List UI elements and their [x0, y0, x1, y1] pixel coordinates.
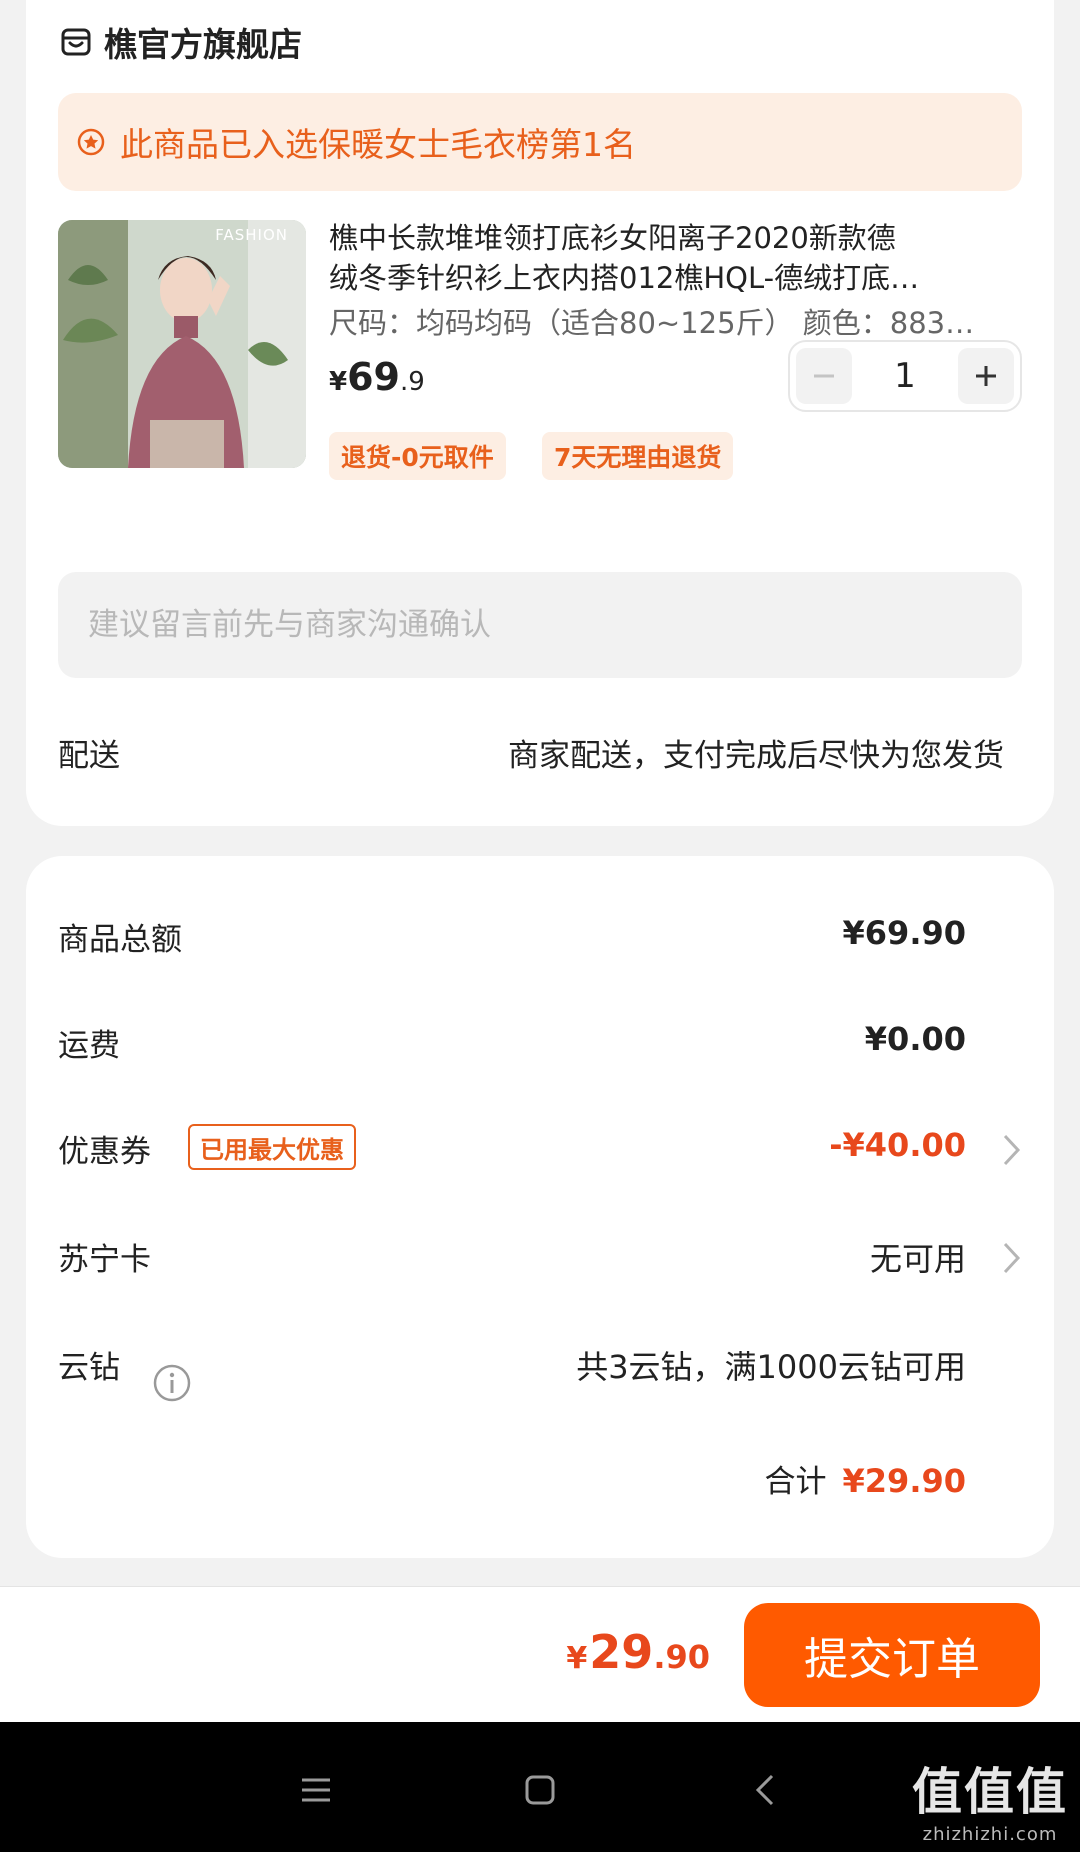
increase-button[interactable] [957, 348, 1014, 404]
coupon-label: 优惠券 [58, 1134, 151, 1170]
plus-icon [975, 366, 996, 386]
product-price: ¥69.9 [329, 355, 425, 399]
store-name: 樵官方旗舰店 [104, 25, 302, 64]
watermark-url: zhizhizhi.com [922, 1824, 1058, 1845]
coupon-value: -¥40.00 [829, 1126, 966, 1164]
ranking-text: 此商品已入选保暖女士毛衣榜第1名 [120, 125, 636, 164]
order-item-card: 樵官方旗舰店 此商品已入选保暖女士毛衣榜第1名 FASHION 樵中长款堆堆领打… [26, 0, 1054, 826]
goods-total-label: 商品总额 [58, 922, 182, 958]
product-spec[interactable]: 尺码：均码均码（适合80~125斤） 颜色：883… [329, 300, 1029, 342]
price-integer: 69 [347, 355, 400, 399]
minus-icon [814, 374, 834, 378]
payable-currency: ¥ [566, 1641, 588, 1676]
total-row: 合计 ¥29.90 [765, 1456, 966, 1501]
cloud-diamond-label: 云钻 [58, 1350, 120, 1386]
payable-amount: ¥29.90 [566, 1625, 710, 1679]
watermark: 值值值 zhizhizhi.com [912, 1752, 1068, 1845]
store-header[interactable]: 樵官方旗舰店 [60, 20, 302, 64]
service-tag-7day: 7天无理由退货 [542, 432, 734, 480]
menu-icon [302, 1778, 330, 1802]
service-tag-return: 退货-0元取件 [329, 432, 506, 480]
price-currency: ¥ [329, 367, 348, 397]
decrease-button[interactable] [796, 348, 852, 404]
store-icon [60, 26, 92, 58]
coupon-badge: 已用最大优惠 [188, 1124, 356, 1170]
back-button[interactable] [738, 1762, 794, 1818]
payable-decimal: .90 [653, 1638, 710, 1676]
freight-value: ¥0.00 [864, 1020, 966, 1058]
shipping-value: 商家配送，支付完成后尽快为您发货 [508, 738, 1004, 774]
product-title-line2: 绒冬季针织衫上衣内搭012樵HQL-德绒打底… [329, 261, 920, 295]
quantity-value: 1 [894, 356, 916, 396]
goods-total-value: ¥69.90 [842, 914, 966, 952]
shipping-label: 配送 [58, 738, 120, 774]
freight-label: 运费 [58, 1028, 120, 1064]
ranking-banner: 此商品已入选保暖女士毛衣榜第1名 [58, 93, 1022, 191]
checkout-bar: ¥29.90 提交订单 [0, 1586, 1080, 1722]
total-value: ¥29.90 [842, 1462, 966, 1500]
price-decimal: .9 [399, 367, 425, 397]
chevron-right-icon [1003, 1134, 1021, 1166]
submit-order-button[interactable]: 提交订单 [744, 1603, 1040, 1707]
quantity-stepper[interactable]: 1 [788, 340, 1022, 412]
info-icon[interactable] [152, 1363, 192, 1403]
order-note-input[interactable] [58, 572, 1022, 678]
payable-integer: 29 [589, 1625, 654, 1679]
chevron-right-icon [1003, 1242, 1021, 1274]
suning-card-value: 无可用 [869, 1240, 966, 1278]
product-title[interactable]: 樵中长款堆堆领打底衫女阳离子2020新款德 绒冬季针织衫上衣内搭012樵HQL-… [329, 218, 1029, 298]
home-square-icon [525, 1775, 555, 1805]
star-badge-icon [77, 128, 105, 156]
product-title-line1: 樵中长款堆堆领打底衫女阳离子2020新款德 [329, 221, 896, 255]
back-chevron-icon [755, 1774, 774, 1806]
product-image[interactable]: FASHION [58, 220, 306, 468]
home-button[interactable] [512, 1762, 568, 1818]
cloud-diamond-value: 共3云钻，满1000云钻可用 [576, 1348, 966, 1386]
price-summary-card: 商品总额 ¥69.90 运费 ¥0.00 优惠券 已用最大优惠 -¥40.00 … [26, 856, 1054, 1558]
system-nav-bar: 值值值 zhizhizhi.com [0, 1722, 1080, 1852]
total-label: 合计 [764, 1464, 827, 1500]
image-caption: FASHION [215, 226, 288, 244]
menu-button[interactable] [288, 1762, 344, 1818]
watermark-logo: 值值值 [912, 1763, 1068, 1821]
suning-card-label: 苏宁卡 [58, 1242, 151, 1278]
